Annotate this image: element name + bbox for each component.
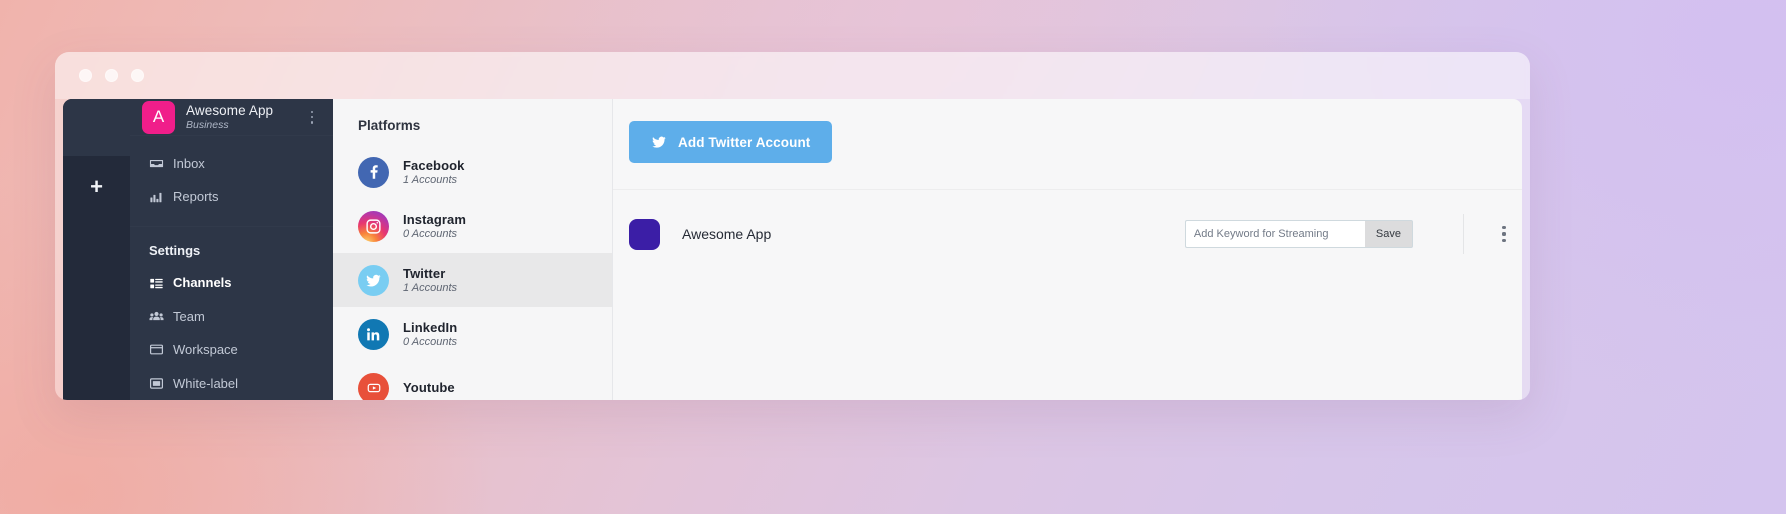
platform-row-youtube[interactable]: Youtube — [333, 361, 612, 400]
add-twitter-account-label: Add Twitter Account — [678, 134, 811, 150]
inbox-icon — [149, 156, 164, 171]
platform-row-facebook[interactable]: Facebook 1 Accounts — [333, 145, 612, 199]
sidebar-item-white-label[interactable]: White-label — [130, 367, 333, 400]
sidebar-item-team[interactable]: Team — [130, 300, 333, 333]
page-background: + A Awesome App Business Inbox Reports S… — [0, 0, 1786, 514]
minimize-icon[interactable] — [105, 69, 118, 82]
platform-name: Instagram — [403, 212, 467, 227]
account-divider — [1463, 214, 1464, 254]
close-icon[interactable] — [79, 69, 92, 82]
platforms-list: Facebook 1 Accounts Instagram 0 Accounts… — [333, 145, 612, 400]
platform-account-count: 0 Accounts — [403, 336, 458, 348]
sidebar-item-label: Channels — [173, 275, 232, 291]
sidebar-item-inbox[interactable]: Inbox — [130, 147, 333, 180]
instagram-icon — [358, 210, 389, 242]
workspace-name: Awesome App — [186, 103, 274, 119]
add-workspace-button[interactable]: + — [63, 170, 130, 204]
kebab-menu-icon[interactable] — [1486, 226, 1522, 242]
platform-meta: LinkedIn 0 Accounts — [403, 320, 457, 348]
platform-meta: Twitter 1 Accounts — [403, 266, 457, 294]
youtube-icon — [358, 372, 389, 400]
sidebar-nav: Inbox Reports — [130, 136, 333, 214]
sidebar-item-label: White-label — [173, 375, 239, 391]
account-row: Awesome App Save — [613, 190, 1522, 278]
platform-meta: Facebook 1 Accounts — [403, 158, 464, 186]
keyword-group: Save — [1184, 220, 1413, 248]
linkedin-icon — [358, 318, 389, 350]
content-panel: Add Twitter Account Awesome App Save — [613, 99, 1522, 400]
app-body: + A Awesome App Business Inbox Reports S… — [63, 99, 1522, 400]
keyword-input[interactable] — [1184, 220, 1365, 248]
sidebar-item-label: Reports — [173, 189, 219, 205]
sidebar: A Awesome App Business Inbox Reports Set… — [130, 99, 333, 400]
sidebar-item-reports[interactable]: Reports — [130, 180, 333, 213]
platform-account-count: 1 Accounts — [403, 282, 458, 294]
platform-name: Twitter — [403, 266, 446, 281]
platform-name: LinkedIn — [403, 320, 458, 335]
twitter-icon — [358, 264, 389, 296]
kebab-menu-icon[interactable] — [305, 110, 319, 124]
sidebar-item-label: Workspace — [173, 342, 238, 358]
platform-meta: Instagram 0 Accounts — [403, 212, 466, 240]
sidebar-item-label: Team — [173, 308, 205, 324]
whitelabel-icon — [149, 376, 164, 391]
platforms-panel: Platforms Facebook 1 Accounts Instagram … — [333, 99, 613, 400]
workspace-text: Awesome App Business — [186, 103, 294, 131]
twitter-icon — [651, 134, 667, 150]
app-window: + A Awesome App Business Inbox Reports S… — [55, 52, 1530, 400]
sidebar-item-workspace[interactable]: Workspace — [130, 333, 333, 366]
save-button[interactable]: Save — [1364, 220, 1413, 248]
team-icon — [149, 309, 164, 324]
rail-header — [63, 99, 130, 156]
workspace-rail: + — [63, 99, 130, 400]
platform-account-count: 0 Accounts — [403, 228, 458, 240]
platform-account-count: 1 Accounts — [403, 174, 458, 186]
content-toolbar: Add Twitter Account — [613, 99, 1522, 189]
platform-row-linkedin[interactable]: LinkedIn 0 Accounts — [333, 307, 612, 361]
sidebar-item-label: Inbox — [173, 156, 205, 172]
chart-icon — [149, 190, 164, 205]
add-twitter-account-button[interactable]: Add Twitter Account — [629, 121, 833, 163]
platform-name: Youtube — [403, 380, 455, 395]
avatar — [629, 218, 660, 250]
platform-name: Facebook — [403, 158, 465, 173]
sidebar-settings-nav: Channels Team Workspace White-label — [130, 264, 333, 400]
facebook-icon — [358, 156, 389, 188]
workspace-logo: A — [142, 100, 175, 134]
platform-meta: Youtube — [403, 380, 455, 396]
account-name: Awesome App — [682, 226, 772, 242]
channels-icon — [149, 276, 164, 291]
platform-row-instagram[interactable]: Instagram 0 Accounts — [333, 199, 612, 253]
platform-row-twitter[interactable]: Twitter 1 Accounts — [333, 253, 612, 307]
workspace-header[interactable]: A Awesome App Business — [130, 99, 333, 135]
sidebar-item-channels[interactable]: Channels — [130, 266, 333, 299]
workspace-plan: Business — [186, 119, 229, 132]
platforms-title: Platforms — [358, 118, 421, 133]
window-titlebar — [55, 52, 1530, 99]
settings-section-title: Settings — [149, 243, 201, 259]
workspace-icon — [149, 342, 164, 357]
maximize-icon[interactable] — [131, 69, 144, 82]
